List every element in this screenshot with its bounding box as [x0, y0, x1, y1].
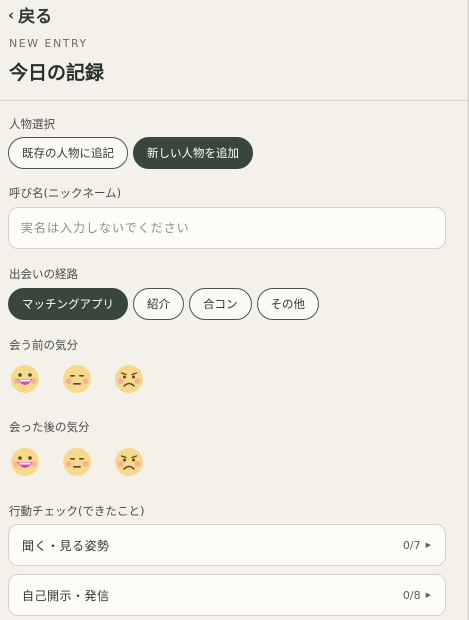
grinning-face-icon[interactable] — [10, 364, 40, 394]
frowning-face-icon[interactable] — [114, 447, 144, 477]
back-button[interactable]: ‹ 戻る — [8, 2, 53, 28]
header-divider — [0, 100, 469, 101]
action-category-meta: 0/8 ▶ — [403, 589, 431, 602]
action-check-label: 行動チェック(できたこと) — [9, 504, 145, 518]
frowning-face-icon[interactable] — [114, 364, 144, 394]
action-category-count: 0/8 — [402, 588, 421, 602]
back-label: 戻る — [18, 7, 53, 27]
eyebrow-label: NEW ENTRY — [9, 37, 88, 50]
caret-right-icon: ▶ — [425, 541, 431, 549]
mood-before-label: 会う前の気分 — [9, 338, 78, 352]
nickname-section-label: 呼び名(ニックネーム) — [9, 186, 122, 200]
caret-right-icon: ▶ — [425, 591, 431, 599]
chevron-left-icon: ‹ — [8, 5, 15, 24]
person-section-label: 人物選択 — [9, 117, 55, 131]
neutral-face-icon[interactable] — [62, 364, 92, 394]
new-entry-screen: ‹ 戻る NEW ENTRY 今日の記録 人物選択 既存の人物に追記 新しい人物… — [0, 0, 469, 620]
action-category-label: 自己開示・発信 — [22, 588, 110, 603]
mood-after-faces — [10, 447, 144, 477]
route-option-introduction[interactable]: 紹介 — [133, 288, 184, 320]
route-option-group-date[interactable]: 合コン — [189, 288, 252, 320]
action-category-label: 聞く・見る姿勢 — [22, 538, 110, 553]
page-title: 今日の記録 — [9, 62, 105, 84]
action-category-self-disclosure[interactable]: 自己開示・発信 0/8 ▶ — [8, 574, 446, 616]
action-category-listening[interactable]: 聞く・見る姿勢 0/7 ▶ — [8, 524, 446, 566]
person-options: 既存の人物に追記 新しい人物を追加 — [8, 137, 253, 169]
route-option-matching-app[interactable]: マッチングアプリ — [8, 288, 128, 320]
neutral-face-icon[interactable] — [62, 447, 92, 477]
existing-person-button[interactable]: 既存の人物に追記 — [8, 137, 128, 169]
mood-before-faces — [10, 364, 144, 394]
route-section-label: 出会いの経路 — [9, 267, 78, 281]
mood-after-label: 会った後の気分 — [9, 420, 90, 434]
action-category-count: 0/7 — [402, 538, 421, 552]
nickname-input[interactable] — [8, 207, 446, 249]
new-person-button[interactable]: 新しい人物を追加 — [133, 137, 253, 169]
route-option-other[interactable]: その他 — [256, 288, 319, 320]
route-options: マッチングアプリ 紹介 合コン その他 — [8, 288, 319, 320]
grinning-face-icon[interactable] — [10, 447, 40, 477]
action-category-meta: 0/7 ▶ — [403, 539, 431, 552]
